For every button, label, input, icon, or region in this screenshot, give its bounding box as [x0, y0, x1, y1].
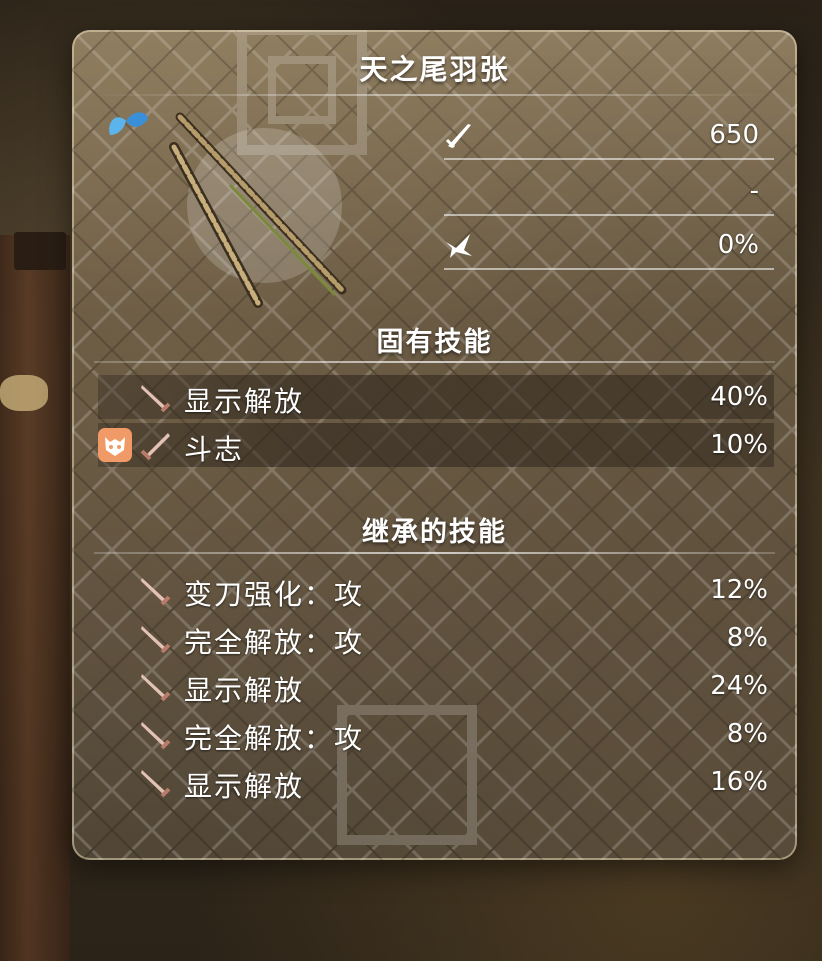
inherited-skills-title: 继承的技能 [362, 517, 507, 548]
background-post-cap [14, 232, 66, 270]
empty-value: - [749, 176, 759, 206]
inherent-skill-row[interactable]: 显示解放 40% [98, 375, 774, 419]
skill-name: 显示解放 [184, 385, 305, 418]
skill-sword-icon [141, 385, 171, 413]
inherited-skill-row[interactable]: 显示解放 24% [98, 664, 774, 708]
skill-sword-icon [141, 722, 171, 750]
skill-name: 显示解放 [184, 770, 305, 803]
attack-sword-icon [445, 124, 471, 149]
skill-name: 变刀强化：攻 [184, 578, 365, 611]
katana-icon [169, 112, 347, 308]
skill-name: 完全解放：攻 [184, 722, 365, 755]
stat-divider [444, 268, 774, 270]
skill-name: 斗志 [184, 433, 245, 466]
section-divider [94, 552, 775, 554]
skill-sword-icon [141, 770, 171, 798]
inherent-skill-row[interactable]: 斗志 10% [98, 423, 774, 467]
inherent-skills-title: 固有技能 [376, 327, 493, 358]
skill-value: 12% [710, 575, 768, 605]
skill-name: 显示解放 [184, 674, 305, 707]
stat-row-critical: 0% [444, 222, 774, 270]
section-divider [94, 361, 775, 363]
background-post [0, 235, 70, 961]
inherited-skill-row[interactable]: 完全解放：攻 8% [98, 616, 774, 660]
inherited-skill-row[interactable]: 完全解放：攻 8% [98, 712, 774, 756]
stat-row-attack: 650 [444, 112, 774, 160]
stat-divider [444, 158, 774, 160]
skill-sword-icon [141, 578, 171, 606]
skill-sword-icon [141, 674, 171, 702]
demon-mask-icon [98, 428, 132, 462]
stat-divider [444, 214, 774, 216]
skill-sword-icon [140, 433, 170, 461]
skill-value: 16% [710, 767, 768, 797]
background-log [0, 375, 48, 411]
skill-name: 完全解放：攻 [184, 626, 365, 659]
skill-value: 40% [710, 382, 768, 412]
title-divider [92, 94, 767, 96]
skill-value: 8% [726, 719, 768, 749]
inherited-skill-row[interactable]: 变刀强化：攻 12% [98, 568, 774, 612]
skill-sword-icon [141, 626, 171, 654]
critical-claw-icon [446, 234, 472, 258]
skill-value: 10% [710, 430, 768, 460]
stat-row-empty: - [444, 168, 774, 216]
attack-value: 650 [709, 120, 759, 150]
weapon-detail-panel: 天之尾羽张 650 - 0% 固有技能 显示解放 40% 斗志 10% 继承的技… [72, 30, 797, 860]
skill-value: 8% [726, 623, 768, 653]
inherited-skill-row[interactable]: 显示解放 16% [98, 760, 774, 804]
skill-value: 24% [710, 671, 768, 701]
critical-value: 0% [717, 230, 759, 260]
blue-butterfly-icon [109, 112, 148, 135]
weapon-name: 天之尾羽张 [359, 53, 510, 86]
